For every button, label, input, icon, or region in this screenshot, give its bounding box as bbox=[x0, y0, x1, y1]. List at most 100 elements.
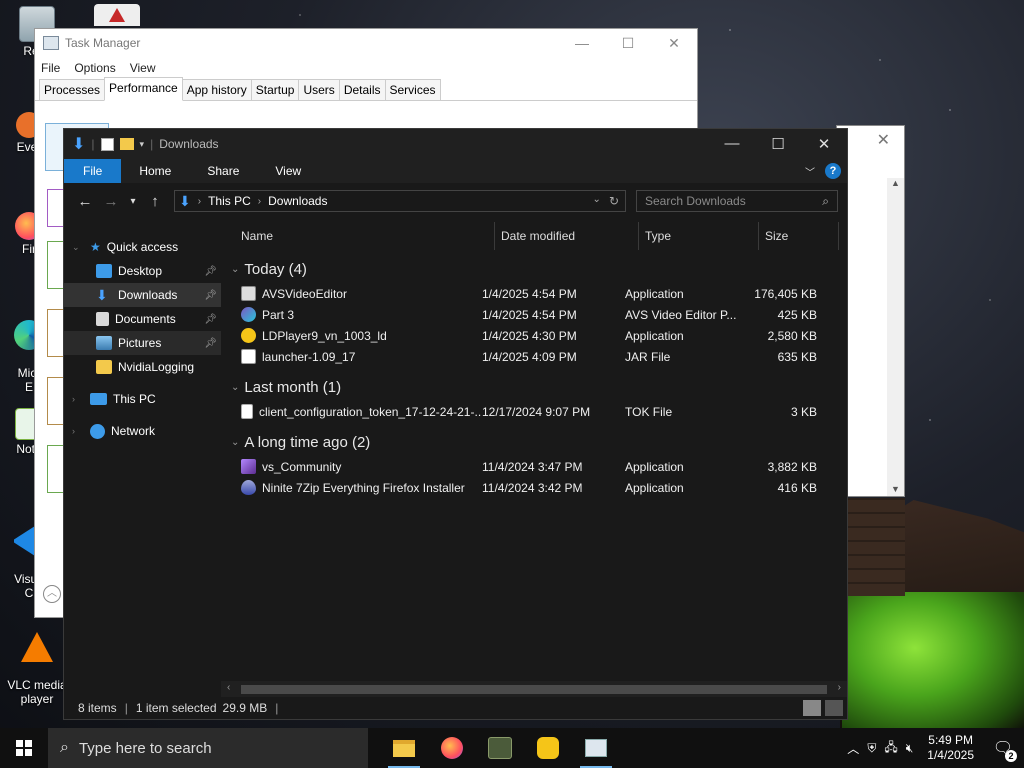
tab-view[interactable]: View bbox=[257, 159, 319, 183]
up-button[interactable]: ↑ bbox=[142, 193, 168, 210]
group-header[interactable]: ⌄ A long time ago (2) bbox=[221, 428, 847, 456]
tab-file[interactable]: File bbox=[64, 159, 122, 183]
address-bar[interactable]: ⬇ › This PC › Downloads ⌄ ↻ bbox=[174, 190, 626, 212]
file-row[interactable]: Part 3 1/4/2025 4:54 PM AVS Video Editor P… bbox=[221, 304, 847, 325]
taskbar-task-manager[interactable] bbox=[572, 728, 620, 768]
clock[interactable]: 5:49 PM 1/4/2025 bbox=[921, 733, 980, 763]
horizontal-scrollbar[interactable]: ‹ › bbox=[221, 681, 847, 697]
customize-toolbar-icon[interactable]: ▾ bbox=[140, 139, 145, 150]
file-name-cell[interactable]: client_configuration_token_17-12-24-21-.… bbox=[221, 404, 481, 419]
menu-options[interactable]: Options bbox=[74, 61, 115, 75]
tab-startup[interactable]: Startup bbox=[250, 79, 300, 100]
column-date-modified[interactable]: Date modified bbox=[495, 221, 639, 250]
file-name-cell[interactable]: Ninite 7Zip Everything Firefox Installer bbox=[221, 480, 481, 495]
search-icon[interactable]: ⌕ bbox=[822, 194, 829, 209]
tab-share[interactable]: Share bbox=[189, 159, 257, 183]
recent-locations-button[interactable]: ▾ bbox=[124, 196, 142, 207]
chevron-down-icon[interactable]: ⌄ bbox=[231, 264, 239, 275]
nav-item-documents[interactable]: Documents 📌︎ bbox=[64, 307, 221, 331]
nav-this-pc[interactable]: › This PC bbox=[64, 387, 221, 411]
chevron-down-icon[interactable]: ⌄ bbox=[72, 242, 80, 253]
security-icon[interactable]: ⛨ bbox=[867, 741, 876, 756]
taskbar-game-launcher[interactable] bbox=[476, 728, 524, 768]
address-history-icon[interactable]: ⌄ bbox=[593, 194, 601, 208]
breadcrumb-chevron-icon[interactable]: › bbox=[198, 196, 201, 207]
tab-home[interactable]: Home bbox=[121, 159, 189, 183]
scroll-left-icon[interactable]: ‹ bbox=[227, 682, 230, 693]
breadcrumb-chevron-icon[interactable]: › bbox=[258, 196, 261, 207]
explorer-titlebar[interactable]: ⬇ | ▾ | Downloads — ☐ ✕ bbox=[64, 129, 847, 159]
nav-item-pictures[interactable]: Pictures 📌︎ bbox=[64, 331, 221, 355]
menu-file[interactable]: File bbox=[41, 61, 60, 75]
nav-network[interactable]: › Network bbox=[64, 419, 221, 443]
breadcrumb-downloads[interactable]: Downloads bbox=[268, 194, 327, 208]
network-tray-icon[interactable]: 🖧︎ bbox=[884, 738, 897, 759]
close-icon[interactable]: ✕ bbox=[877, 130, 890, 150]
scroll-down-icon[interactable]: ▼ bbox=[887, 484, 904, 494]
search-box[interactable]: Search Downloads ⌕ bbox=[636, 190, 838, 212]
tab-app-history[interactable]: App history bbox=[181, 79, 252, 100]
nav-item-nvidialogging[interactable]: NvidiaLogging bbox=[64, 355, 221, 379]
column-name[interactable]: Name bbox=[221, 221, 495, 250]
menu-view[interactable]: View bbox=[130, 61, 156, 75]
file-name-cell[interactable]: vs_Community bbox=[221, 459, 481, 474]
maximize-button[interactable]: ☐ bbox=[755, 135, 801, 153]
close-button[interactable]: ✕ bbox=[651, 35, 697, 52]
file-row[interactable]: vs_Community 11/4/2024 3:47 PM Application… bbox=[221, 456, 847, 477]
task-manager-titlebar[interactable]: Task Manager — ☐ ✕ bbox=[35, 29, 697, 57]
file-row[interactable]: client_configuration_token_17-12-24-21-.… bbox=[221, 401, 847, 422]
nav-quick-access[interactable]: ⌄ ★ Quick access bbox=[64, 235, 221, 259]
column-size[interactable]: Size bbox=[759, 221, 839, 250]
taskbar-search[interactable]: ⌕ Type here to search bbox=[48, 728, 368, 768]
column-type[interactable]: Type bbox=[639, 221, 759, 250]
desktop-app-icon[interactable] bbox=[94, 4, 140, 26]
file-row[interactable]: launcher-1.09_17 1/4/2025 4:09 PM JAR File… bbox=[221, 346, 847, 367]
vertical-scrollbar[interactable]: ▲ ▼ bbox=[887, 178, 904, 496]
large-icons-view-icon[interactable] bbox=[825, 700, 843, 716]
expand-ribbon-icon[interactable]: ﹀ bbox=[805, 164, 815, 179]
scroll-up-icon[interactable]: ▲ bbox=[887, 178, 904, 188]
forward-button[interactable]: → bbox=[98, 193, 124, 210]
chevron-down-icon[interactable]: ⌄ bbox=[231, 382, 239, 393]
desktop-icon-vlc[interactable]: VLC media player bbox=[2, 618, 72, 720]
file-explorer-window[interactable]: ⬇ | ▾ | Downloads — ☐ ✕ File Home Share … bbox=[63, 128, 848, 720]
file-row[interactable]: AVSVideoEditor 1/4/2025 4:54 PM Applicatio… bbox=[221, 283, 847, 304]
new-folder-icon[interactable] bbox=[119, 138, 134, 150]
details-view-icon[interactable] bbox=[803, 700, 821, 716]
help-icon[interactable]: ? bbox=[825, 163, 841, 179]
chevron-right-icon[interactable]: › bbox=[72, 426, 75, 436]
chevron-right-icon[interactable]: › bbox=[72, 394, 75, 404]
taskbar-firefox[interactable] bbox=[428, 728, 476, 768]
minimize-button[interactable]: — bbox=[559, 35, 605, 52]
tab-performance[interactable]: Performance bbox=[104, 77, 183, 101]
tab-processes[interactable]: Processes bbox=[39, 79, 106, 100]
file-row[interactable]: Ninite 7Zip Everything Firefox Installer… bbox=[221, 477, 847, 498]
close-button[interactable]: ✕ bbox=[801, 135, 847, 153]
minimize-button[interactable]: — bbox=[709, 135, 755, 153]
group-header[interactable]: ⌄ Last month (1) bbox=[221, 373, 847, 401]
back-button[interactable]: ← bbox=[72, 193, 98, 210]
tab-details[interactable]: Details bbox=[338, 79, 386, 100]
volume-muted-icon[interactable]: 🔇︎ bbox=[906, 741, 914, 756]
tab-services[interactable]: Services bbox=[384, 79, 441, 100]
start-button[interactable] bbox=[0, 728, 48, 768]
taskbar-file-explorer[interactable] bbox=[380, 728, 428, 768]
breadcrumb-this-pc[interactable]: This PC bbox=[208, 194, 251, 208]
refresh-icon[interactable]: ↻ bbox=[609, 194, 619, 208]
taskbar-ldplayer[interactable] bbox=[524, 728, 572, 768]
tab-users[interactable]: Users bbox=[298, 79, 340, 100]
file-name-cell[interactable]: launcher-1.09_17 bbox=[221, 349, 481, 364]
file-name-cell[interactable]: Part 3 bbox=[221, 307, 481, 322]
scroll-right-icon[interactable]: › bbox=[838, 682, 841, 693]
scrollbar-thumb[interactable] bbox=[241, 685, 827, 694]
file-name-cell[interactable]: AVSVideoEditor bbox=[221, 286, 481, 301]
group-header[interactable]: ⌄ Today (4) bbox=[221, 255, 847, 283]
nav-item-desktop[interactable]: Desktop 📌︎ bbox=[64, 259, 221, 283]
properties-icon[interactable] bbox=[100, 137, 114, 151]
maximize-button[interactable]: ☐ bbox=[605, 35, 651, 52]
show-hidden-icons-icon[interactable]: ︿ bbox=[847, 740, 859, 757]
file-name-cell[interactable]: LDPlayer9_vn_1003_ld bbox=[221, 328, 481, 343]
chevron-down-icon[interactable]: ⌄ bbox=[231, 437, 239, 448]
nav-item-downloads[interactable]: ⬇ Downloads 📌︎ bbox=[64, 283, 221, 307]
file-row[interactable]: LDPlayer9_vn_1003_ld 1/4/2025 4:30 PM Appl… bbox=[221, 325, 847, 346]
